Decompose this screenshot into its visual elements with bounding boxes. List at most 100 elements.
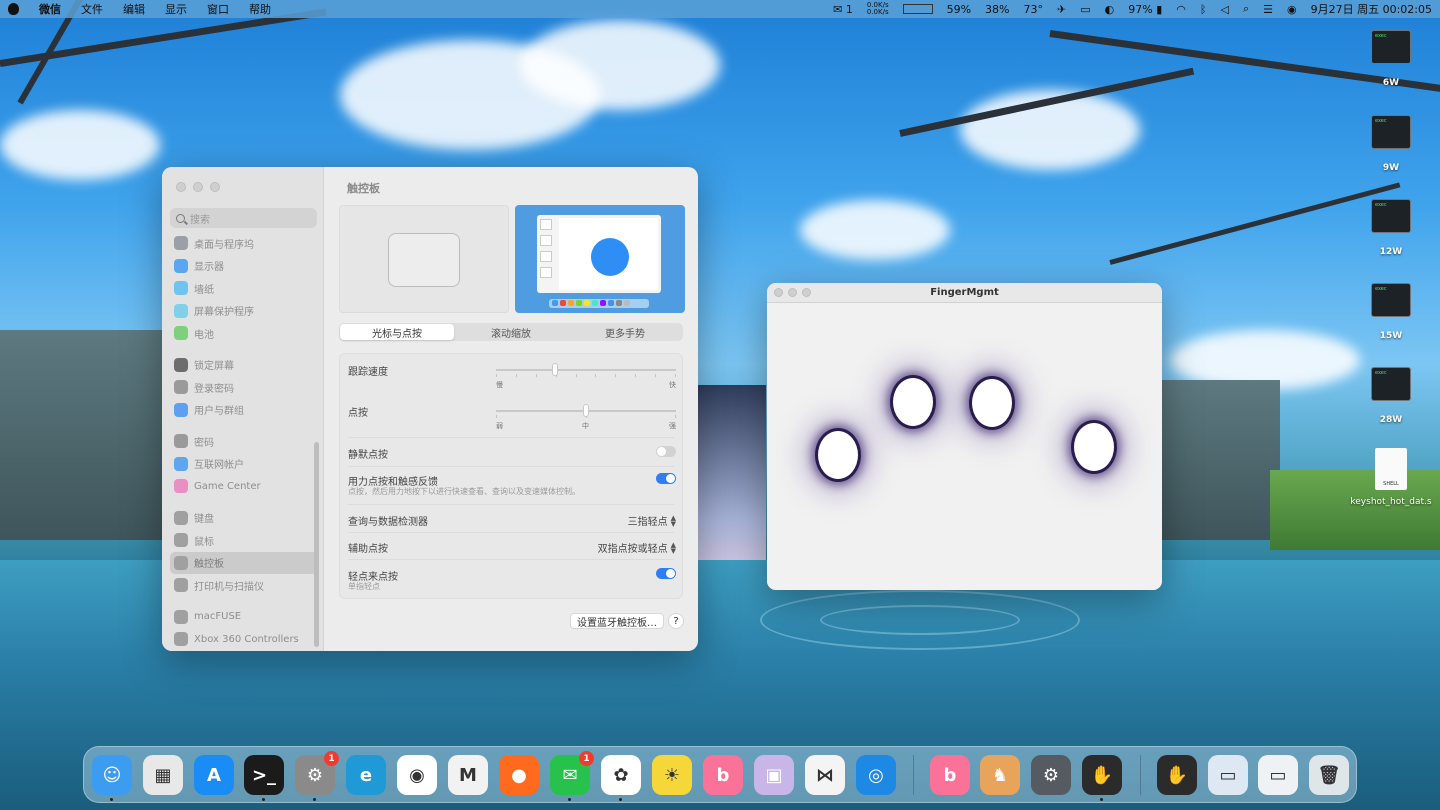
menu-clock[interactable]: 9月27日 周五 00:02:05: [1311, 1, 1432, 17]
battery-icon: ▮: [1156, 2, 1163, 16]
sidebar-item[interactable]: macFUSE: [170, 606, 317, 629]
tracking-speed-knob[interactable]: [552, 363, 559, 376]
zoom-button[interactable]: [210, 182, 220, 192]
sidebar-item[interactable]: 鼠标: [170, 529, 317, 552]
sidebar-item[interactable]: 互联网帐户: [170, 453, 317, 476]
menu-edit[interactable]: 编辑: [123, 1, 145, 17]
tab-more-gestures[interactable]: 更多手势: [568, 324, 682, 340]
sidebar-item[interactable]: 屏幕保护程序: [170, 300, 317, 323]
menu-app-name[interactable]: 微信: [39, 1, 61, 17]
help-button[interactable]: ?: [668, 613, 684, 629]
silent-click-toggle[interactable]: [656, 446, 676, 457]
dock-app-chrome[interactable]: ◉: [397, 755, 437, 795]
dock-app-firefox[interactable]: ●: [499, 755, 539, 795]
dock-app-gear-app[interactable]: ⚙: [1031, 755, 1071, 795]
sidebar-item[interactable]: Game Center: [170, 475, 317, 498]
dock-app-hand-app-2[interactable]: ✋: [1157, 755, 1197, 795]
wechat-status[interactable]: ✉ 1: [833, 3, 853, 16]
dock-app-maps-pin[interactable]: ◎: [856, 755, 896, 795]
dock-app-terminal[interactable]: >_: [244, 755, 284, 795]
battery-status[interactable]: 97% ▮: [1128, 3, 1162, 16]
dock-app-edge[interactable]: e: [346, 755, 386, 795]
exec-file-icon[interactable]: exec: [1371, 115, 1411, 149]
click-pressure-knob[interactable]: [583, 404, 589, 417]
cpu-graph-icon[interactable]: [902, 4, 933, 14]
temperature[interactable]: 73°: [1024, 3, 1044, 16]
sidebar-item[interactable]: 打印机与扫描仪: [170, 574, 317, 597]
dock-app-chicken-app[interactable]: ♞: [980, 755, 1020, 795]
click-pressure-slider[interactable]: 弱 中 强: [496, 404, 676, 430]
dock-app-finder[interactable]: ☺: [92, 755, 132, 795]
tab-scroll-zoom[interactable]: 滚动缩放: [454, 324, 568, 340]
sidebar-item[interactable]: 触控板: [170, 551, 317, 574]
dock-app-window-preview-2[interactable]: ▭: [1258, 755, 1298, 795]
sidebar-item[interactable]: 桌面与程序坞: [170, 232, 317, 255]
exec-file-icon[interactable]: exec: [1371, 283, 1411, 317]
sidebar-item[interactable]: 锁定屏幕: [170, 354, 317, 377]
setup-bluetooth-trackpad-button[interactable]: 设置蓝牙触控板…: [570, 613, 664, 629]
exec-file-icon[interactable]: exec: [1371, 199, 1411, 233]
memory-usage[interactable]: 59%: [947, 3, 971, 16]
minimize-button[interactable]: [788, 288, 797, 297]
close-button[interactable]: [774, 288, 783, 297]
sidebar-item[interactable]: 密码: [170, 430, 317, 453]
search-input[interactable]: 搜索: [170, 208, 317, 228]
dock-app-hand-app[interactable]: ✋: [1082, 755, 1122, 795]
menu-help[interactable]: 帮助: [249, 1, 271, 17]
tracking-speed-slider[interactable]: 慢 快: [496, 363, 676, 389]
dock-app-trash[interactable]: 🗑: [1309, 755, 1349, 795]
dock-app-window-preview[interactable]: ▭: [1208, 755, 1248, 795]
network-speed[interactable]: 0.0K/s 0.0K/s: [867, 2, 889, 16]
siri-icon[interactable]: ◉: [1287, 3, 1297, 16]
display-icon[interactable]: ▭: [1080, 3, 1090, 16]
zoom-button[interactable]: [802, 288, 811, 297]
sidebar-item[interactable]: Xbox 360 Controllers: [170, 628, 317, 651]
exec-file-icon[interactable]: exec: [1371, 367, 1411, 401]
tap-to-click-toggle[interactable]: [656, 568, 676, 579]
dock-app-mail-m[interactable]: M: [448, 755, 488, 795]
apple-icon[interactable]: [8, 3, 19, 15]
minimize-button[interactable]: [193, 182, 203, 192]
control-center-icon[interactable]: ☰: [1263, 3, 1273, 16]
sidebar-item[interactable]: 显示器: [170, 255, 317, 278]
sidebar-scrollbar[interactable]: [314, 442, 319, 647]
dock-app-bilibili-2[interactable]: b: [930, 755, 970, 795]
secondary-click-select[interactable]: 双指点按或轻点 ▲ ▼: [598, 540, 676, 555]
dock-app-app-store[interactable]: A: [194, 755, 234, 795]
close-button[interactable]: [176, 182, 186, 192]
exec-file-name[interactable]: 12W: [1371, 247, 1411, 257]
dock-app-qq[interactable]: ✿: [601, 755, 641, 795]
exec-file-name[interactable]: 28W: [1371, 415, 1411, 425]
sidebar-item[interactable]: 电池: [170, 322, 317, 345]
shell-script-file-icon[interactable]: SHELL: [1375, 448, 1407, 490]
cpu-usage[interactable]: 38%: [985, 3, 1009, 16]
airplane-icon[interactable]: ✈: [1057, 3, 1066, 16]
dock-app-vscode[interactable]: ⋈: [805, 755, 845, 795]
wifi-icon[interactable]: ◠: [1176, 3, 1186, 16]
shazam-icon[interactable]: ◐: [1105, 3, 1115, 16]
dock-app-bilibili[interactable]: b: [703, 755, 743, 795]
dock-app-app-yellow[interactable]: ☀: [652, 755, 692, 795]
exec-file-icon[interactable]: exec: [1371, 30, 1411, 64]
mute-icon[interactable]: ◁: [1220, 3, 1228, 16]
dock-app-wechat[interactable]: ✉ 1: [550, 751, 594, 795]
sidebar-item[interactable]: 用户与群组: [170, 399, 317, 422]
lookup-select[interactable]: 三指轻点 ▲ ▼: [628, 513, 676, 528]
exec-file-name[interactable]: 9W: [1371, 163, 1411, 173]
exec-file-name[interactable]: 15W: [1371, 331, 1411, 341]
tab-point-click[interactable]: 光标与点按: [340, 324, 454, 340]
dock-app-disk-app[interactable]: ▣: [754, 755, 794, 795]
spotlight-search-icon[interactable]: ⌕: [1243, 2, 1249, 16]
force-click-toggle[interactable]: [656, 473, 676, 484]
menu-view[interactable]: 显示: [165, 1, 187, 17]
menu-window[interactable]: 窗口: [207, 1, 229, 17]
dock-app-system-settings[interactable]: ⚙ 1: [295, 751, 339, 795]
sidebar-item[interactable]: 键盘: [170, 507, 317, 530]
sidebar-item[interactable]: 墙纸: [170, 277, 317, 300]
bluetooth-icon[interactable]: ᛒ: [1200, 3, 1207, 16]
exec-file-name[interactable]: 6W: [1371, 78, 1411, 88]
shell-script-file-name[interactable]: keyshot_hot_dat.s: [1346, 497, 1436, 507]
menu-file[interactable]: 文件: [81, 1, 103, 17]
dock-app-launchpad[interactable]: ▦: [143, 755, 183, 795]
sidebar-item[interactable]: 登录密码: [170, 376, 317, 399]
